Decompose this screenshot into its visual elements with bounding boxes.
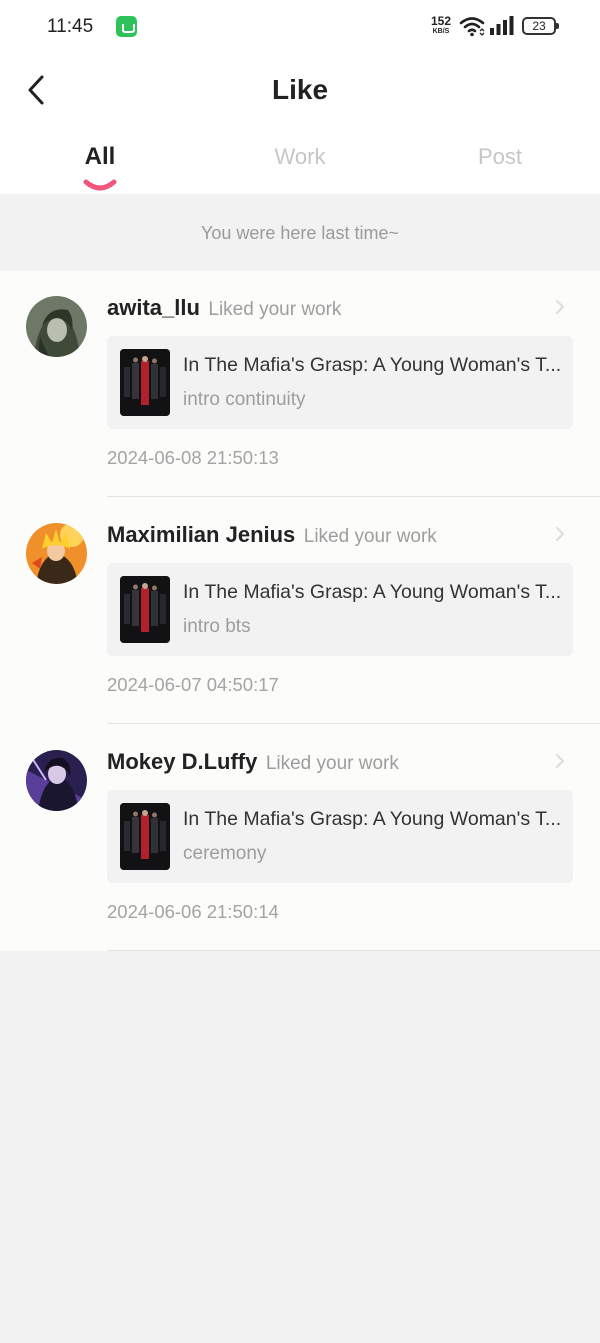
wifi-icon [459, 17, 485, 37]
avatar[interactable] [26, 750, 87, 811]
active-tab-indicator [83, 179, 117, 191]
header: Like All Work Post [0, 56, 600, 194]
status-bar: 11:45 152 KB/S 23 [0, 0, 600, 56]
page-title: Like [271, 74, 329, 105]
notification-list: awita_llu Liked your work In The Mafia's… [0, 271, 600, 951]
work-title: In The Mafia's Grasp: A Young Woman's T.… [183, 354, 562, 376]
network-speed-unit: KB/S [432, 28, 450, 35]
app-notification-icon [116, 16, 137, 37]
network-speed: 152 KB/S [428, 14, 454, 36]
work-thumbnail [120, 803, 170, 870]
tab-all[interactable]: All [0, 143, 200, 171]
work-subtitle: intro continuity [183, 389, 306, 410]
divider [107, 723, 600, 724]
action-text: Liked your work [265, 753, 399, 774]
chevron-right-icon[interactable] [554, 525, 566, 543]
work-cover-image [120, 803, 170, 870]
user-avatar-image [26, 523, 87, 584]
item-header: Mokey D.Luffy Liked your work [107, 749, 399, 775]
divider [107, 950, 600, 951]
chevron-right-icon[interactable] [554, 298, 566, 316]
signal-icon [490, 16, 514, 35]
network-speed-value: 152 [430, 14, 452, 28]
work-title: In The Mafia's Grasp: A Young Woman's T.… [183, 581, 562, 603]
list-item[interactable]: Mokey D.Luffy Liked your work In The Maf… [0, 725, 600, 952]
item-header: Maximilian Jenius Liked your work [107, 522, 437, 548]
status-time: 11:45 [47, 16, 94, 37]
work-cover-image [120, 576, 170, 643]
timestamp: 2024-06-08 21:50:13 [107, 447, 279, 468]
user-avatar-image [26, 750, 87, 811]
avatar[interactable] [26, 523, 87, 584]
user-name[interactable]: awita_llu [107, 295, 200, 320]
work-cover-image [120, 349, 170, 416]
user-name[interactable]: Mokey D.Luffy [107, 749, 257, 774]
tab-post[interactable]: Post [400, 144, 600, 170]
list-item[interactable]: awita_llu Liked your work In The Mafia's… [0, 271, 600, 498]
user-avatar-image [26, 296, 87, 357]
timestamp: 2024-06-06 21:50:14 [107, 901, 279, 922]
last-visit-banner: You were here last time~ [0, 194, 600, 271]
action-text: Liked your work [303, 526, 437, 547]
list-item[interactable]: Maximilian Jenius Liked your work In The… [0, 498, 600, 725]
divider [107, 496, 600, 497]
work-title: In The Mafia's Grasp: A Young Woman's T.… [183, 808, 562, 830]
action-text: Liked your work [208, 299, 342, 320]
work-thumbnail [120, 349, 170, 416]
work-thumbnail [120, 576, 170, 643]
avatar[interactable] [26, 296, 87, 357]
work-card[interactable]: In The Mafia's Grasp: A Young Woman's T.… [107, 790, 573, 883]
work-subtitle: ceremony [183, 843, 267, 864]
tab-work[interactable]: Work [200, 144, 400, 170]
work-card[interactable]: In The Mafia's Grasp: A Young Woman's T.… [107, 563, 573, 656]
chevron-right-icon[interactable] [554, 752, 566, 770]
work-subtitle: intro bts [183, 616, 251, 637]
user-name[interactable]: Maximilian Jenius [107, 522, 295, 547]
work-card[interactable]: In The Mafia's Grasp: A Young Woman's T.… [107, 336, 573, 429]
battery-icon: 23 [522, 17, 559, 35]
timestamp: 2024-06-07 04:50:17 [107, 674, 279, 695]
item-header: awita_llu Liked your work [107, 295, 341, 321]
